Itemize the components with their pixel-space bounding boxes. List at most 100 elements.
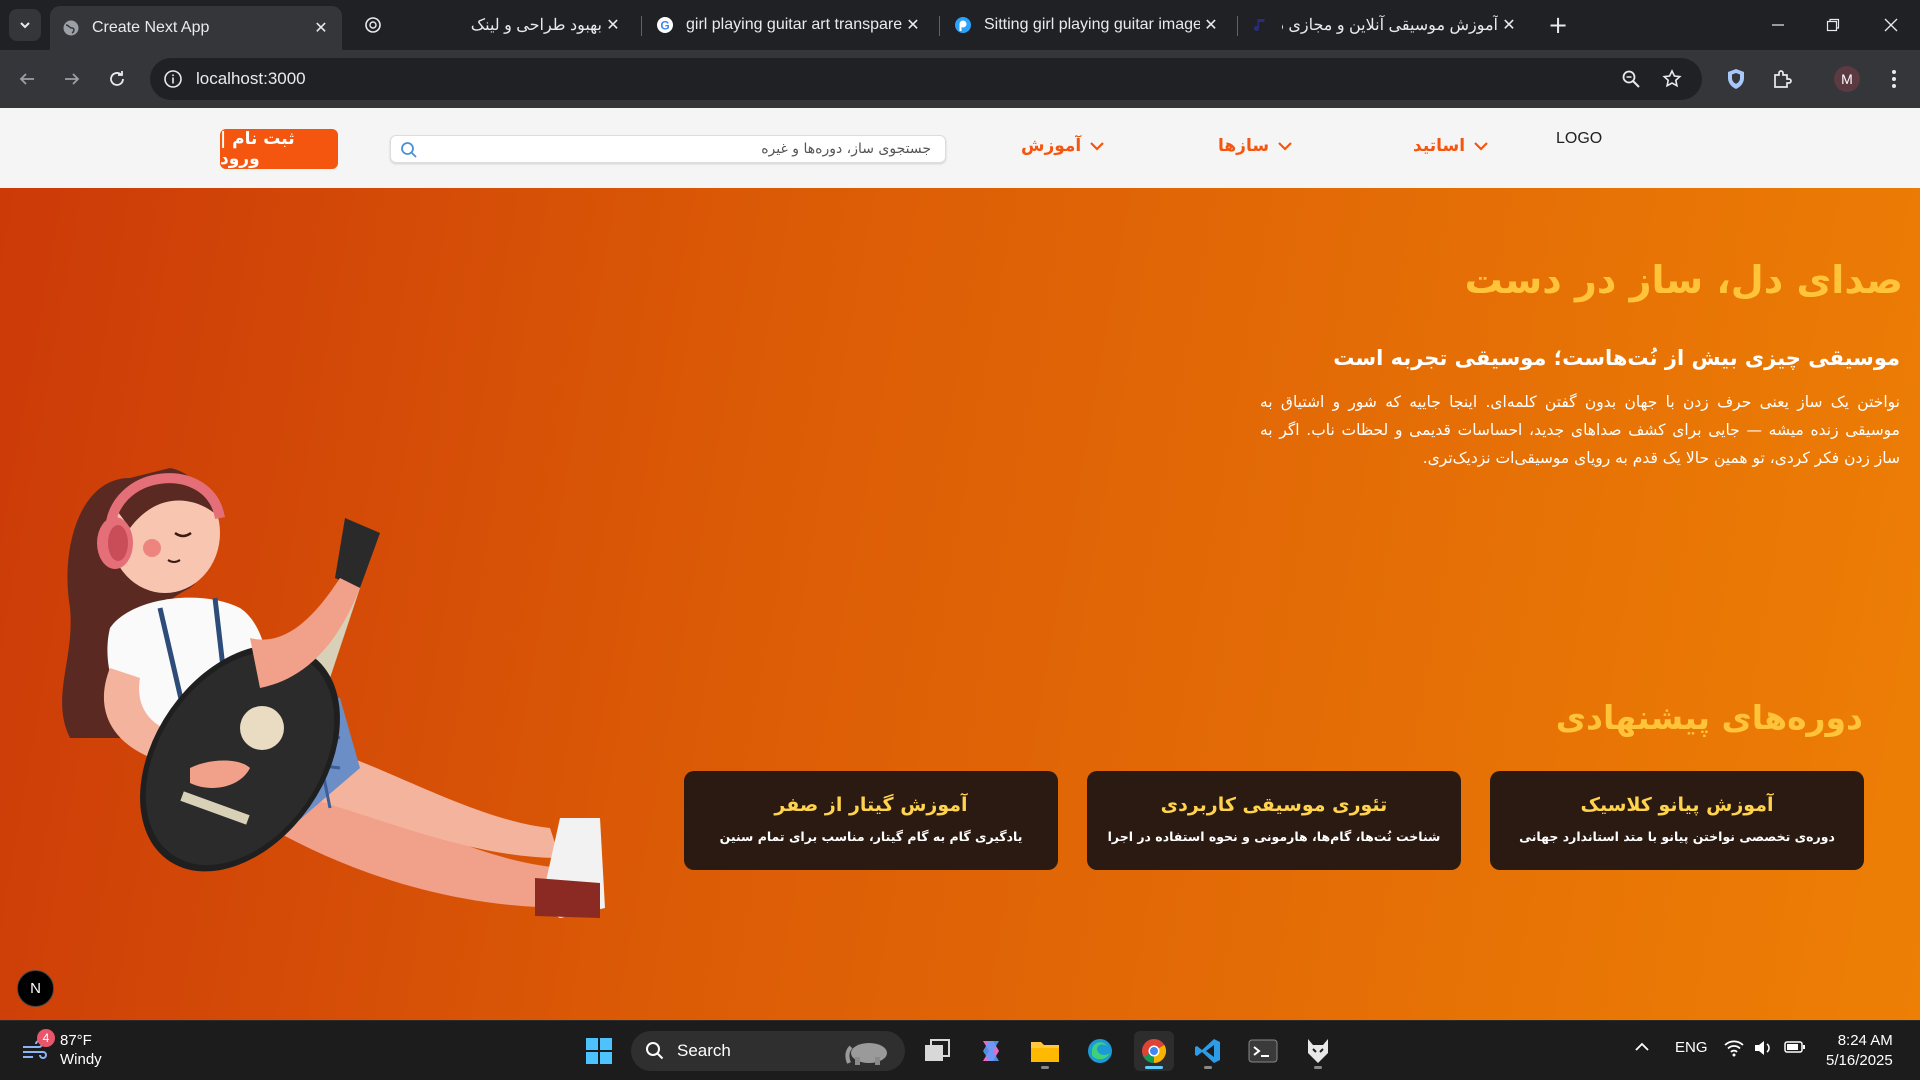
tab-chatgpt[interactable]: بهبود طراحی و لینک ✕ [352,8,634,42]
clock-date: 5/16/2025 [1826,1052,1893,1069]
recommended-courses-title: دوره‌های پیشنهادی [1555,698,1863,737]
search-input[interactable]: جستجوی ساز، دوره‌ها و غیره [390,135,946,163]
vscode-icon[interactable] [1188,1031,1228,1071]
clock-time: 8:24 AM [1837,1032,1893,1049]
tab-title: girl playing guitar art transparent [686,16,902,33]
nav-learning[interactable]: آموزش [1021,136,1105,156]
extensions-puzzle-icon[interactable] [1768,65,1796,93]
tab-separator [641,16,642,36]
close-icon[interactable]: ✕ [602,14,624,36]
system-clock[interactable]: 8:24 AM 5/16/2025 [1826,1031,1893,1071]
weather-widget[interactable]: 4 87°F Windy [20,1029,102,1069]
hero-title: صدای دل، ساز در دست [1464,258,1903,302]
tab-title: Sitting girl playing guitar image [984,16,1200,33]
close-icon[interactable]: ✕ [310,17,332,39]
taskbar-search[interactable]: Search [631,1031,905,1071]
forward-icon[interactable] [56,63,88,95]
google-icon: G [656,16,674,34]
zoom-icon[interactable] [1620,68,1642,90]
weather-temp: 87°F [60,1032,92,1049]
show-hidden-icons-chevron-icon[interactable] [1634,1039,1650,1059]
close-window-icon[interactable] [1876,10,1906,40]
site-info-icon[interactable] [162,68,184,90]
tab-create-next-app[interactable]: Create Next App ✕ [50,6,342,50]
tab-separator [939,16,940,36]
weather-badge: 4 [37,1029,55,1047]
course-card-description: دوره‌ی تخصصی نواختن پیانو با متد استاندا… [1519,829,1835,844]
tab-music-learning[interactable]: آموزش موسیقی آنلاین و مجازی در ✕ [1240,8,1530,42]
svg-text:G: G [660,19,669,33]
battery-icon[interactable] [1784,1039,1806,1059]
shield-extension-icon[interactable] [1722,65,1750,93]
browser-toolbar: localhost:3000 [0,50,1920,108]
address-bar[interactable]: localhost:3000 [150,58,1702,100]
chevron-down-icon [1474,142,1488,151]
site-header: ثبت نام | ورود جستجوی ساز، دوره‌ها و غیر… [0,108,1920,188]
bookmark-star-icon[interactable] [1661,68,1683,90]
nextjs-dev-badge[interactable]: N [17,970,54,1007]
tab-picsart[interactable]: Sitting girl playing guitar image ✕ [942,8,1232,42]
search-placeholder: جستجوی ساز، دوره‌ها و غیره [761,141,931,157]
web-page: ثبت نام | ورود جستجوی ساز، دوره‌ها و غیر… [0,108,1920,1020]
chevron-down-icon [20,22,30,29]
search-icon [399,140,419,160]
weather-desc: Windy [60,1051,102,1068]
course-card-description: یادگیری گام به گام گیتار، مناسب برای تما… [719,829,1023,844]
tab-title: Create Next App [92,19,210,36]
search-icon [646,1042,664,1060]
close-icon[interactable]: ✕ [902,14,924,36]
search-highlight-elephant-icon [845,1043,887,1065]
music-note-icon [1252,16,1270,34]
reload-icon[interactable] [101,63,133,95]
picsart-icon [954,16,972,34]
minimize-icon[interactable] [1763,10,1793,40]
tab-google-search[interactable]: G girl playing guitar art transparent ✕ [644,8,934,42]
chevron-down-icon [1278,142,1292,151]
course-card-title: آموزش گیتار از صفر [774,794,968,816]
nav-instruments-label: سازها [1218,136,1270,156]
new-tab-button[interactable]: + [1545,11,1571,39]
hero-subtitle: موسیقی چیزی بیش از نُت‌هاست؛ موسیقی تجرب… [1333,346,1900,370]
more-menu-icon[interactable] [1880,65,1908,93]
edge-icon[interactable] [1080,1031,1120,1071]
site-logo[interactable]: LOGO [1556,130,1602,148]
girl-playing-guitar-illustration [62,468,605,918]
task-view-icon[interactable] [917,1031,957,1071]
volume-icon[interactable] [1753,1039,1773,1061]
tab-separator [1237,16,1238,36]
course-card-title: تئوری موسیقی کاربردی [1160,794,1388,816]
tab-search-button[interactable] [9,9,41,41]
hero-section: صدای دل، ساز در دست موسیقی چیزی بیش از ن… [0,188,1920,1020]
copilot-icon[interactable] [971,1031,1011,1071]
close-icon[interactable]: ✕ [1200,14,1222,36]
windows-start-icon[interactable] [579,1031,619,1071]
course-card-piano[interactable]: آموزش پیانو کلاسیک دوره‌ی تخصصی نواختن پ… [1490,771,1864,870]
course-card-description: شناخت نُت‌ها، گام‌ها، هارمونی و نحوه است… [1107,829,1441,844]
back-icon[interactable] [11,63,43,95]
hero-body: نواختن یک ساز یعنی حرف زدن با جهان بدون … [1260,393,1900,467]
nav-teachers[interactable]: اساتید [1413,136,1489,156]
url-text[interactable]: localhost:3000 [196,69,306,89]
taskbar-search-label: Search [677,1041,731,1060]
globe-icon [62,19,80,37]
tab-strip: Create Next App ✕ بهبود طراحی و لینک ✕ G… [0,0,1920,50]
terminal-icon[interactable] [1243,1031,1283,1071]
course-card-title: آموزش پیانو کلاسیک [1580,794,1774,816]
restore-icon[interactable] [1818,10,1848,40]
wifi-icon[interactable] [1724,1039,1744,1061]
language-indicator[interactable]: ENG [1675,1039,1708,1056]
app-wolf-icon[interactable] [1298,1031,1338,1071]
nav-instruments[interactable]: سازها [1218,136,1293,156]
close-icon[interactable]: ✕ [1498,14,1520,36]
course-card-theory[interactable]: تئوری موسیقی کاربردی شناخت نُت‌ها، گام‌ه… [1087,771,1461,870]
nav-teachers-label: اساتید [1413,136,1466,156]
profile-avatar[interactable]: M [1834,66,1860,92]
course-card-guitar[interactable]: آموزش گیتار از صفر یادگیری گام به گام گی… [684,771,1058,870]
chrome-icon[interactable] [1134,1031,1174,1071]
chevron-down-icon [1090,142,1105,151]
windows-taskbar: 4 87°F Windy Search ENG 8:24 AM 5/16/202… [0,1020,1920,1080]
signup-login-button[interactable]: ثبت نام | ورود [220,129,338,169]
nav-learning-label: آموزش [1021,136,1082,156]
file-explorer-icon[interactable] [1025,1031,1065,1071]
openai-icon [364,16,382,34]
